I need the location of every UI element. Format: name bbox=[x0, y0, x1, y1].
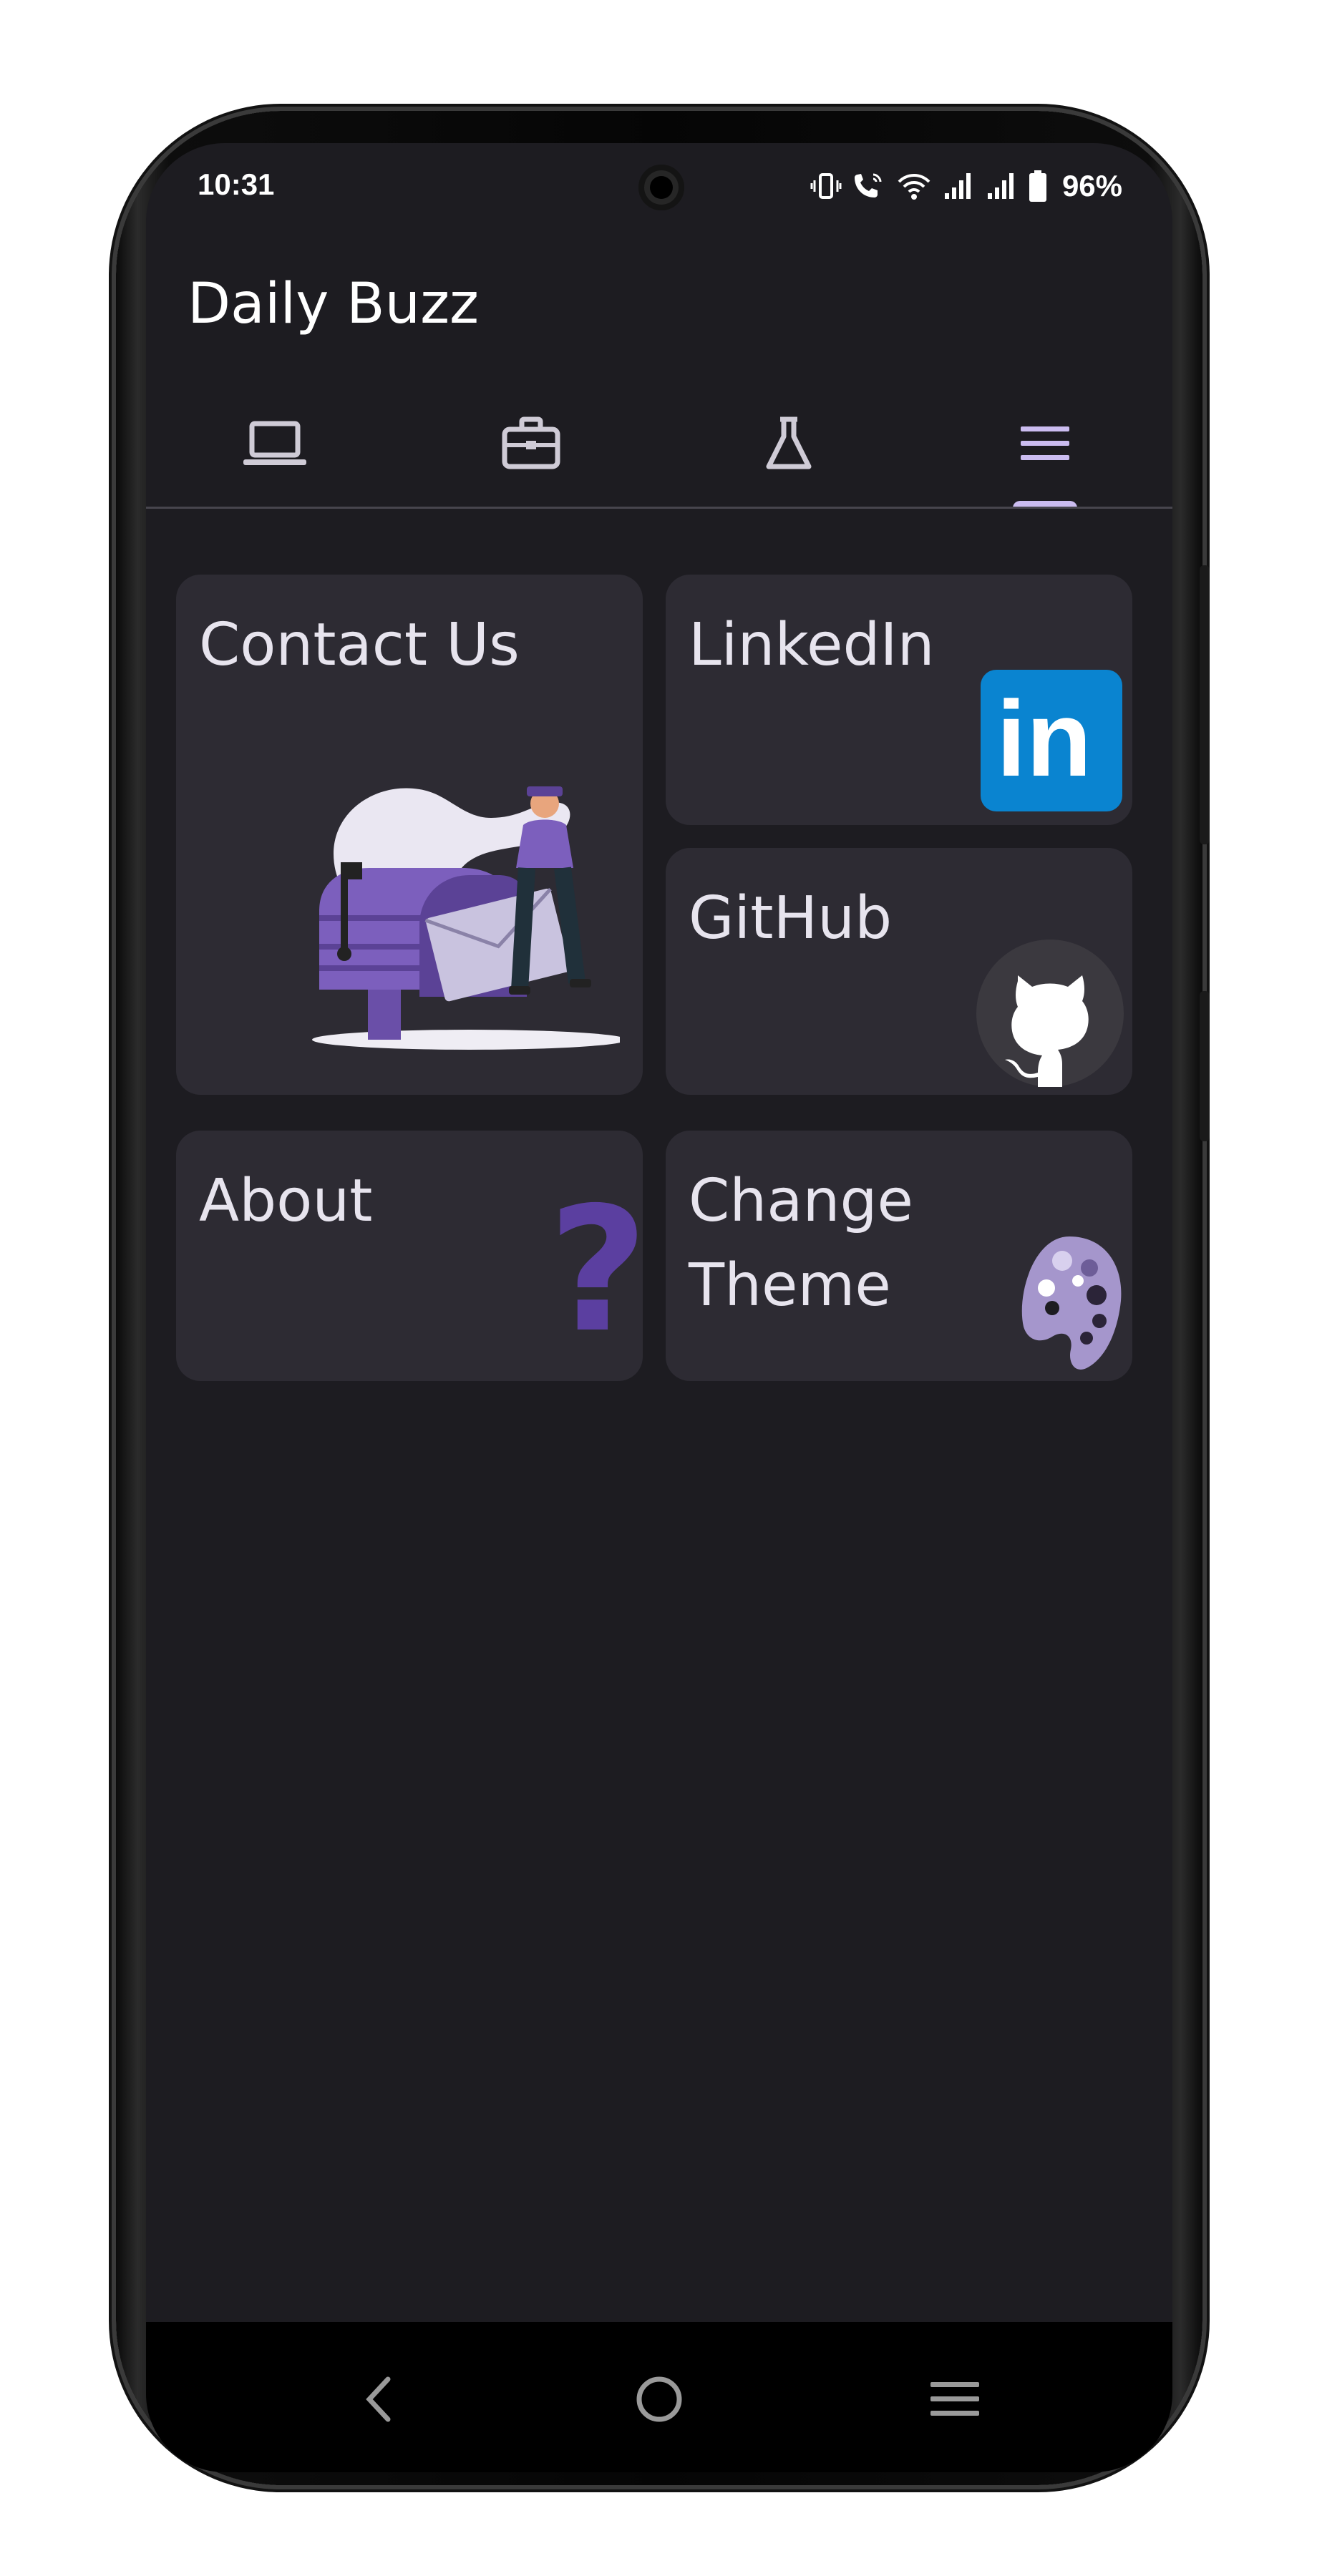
wifi-icon bbox=[896, 170, 932, 202]
card-title: GitHub bbox=[689, 884, 893, 952]
volume-key bbox=[1200, 565, 1210, 844]
palette-icon bbox=[1012, 1231, 1127, 1374]
home-icon bbox=[631, 2371, 688, 2431]
app-screen: 10:31 96% Daily Buzz Contact Us LinkedIn… bbox=[146, 143, 1172, 2472]
home-button[interactable] bbox=[609, 2351, 709, 2451]
recents-icon bbox=[926, 2376, 983, 2425]
laptop-icon bbox=[240, 415, 309, 472]
mailbox-illustration bbox=[291, 782, 627, 1068]
signal-icon bbox=[942, 170, 975, 202]
back-icon bbox=[356, 2371, 399, 2431]
app-title: Daily Buzz bbox=[188, 272, 479, 336]
linkedin-logo: in bbox=[981, 670, 1122, 811]
status-bar: 10:31 96% bbox=[146, 143, 1172, 236]
device-mockup: 10:31 96% Daily Buzz Contact Us LinkedIn… bbox=[0, 0, 1317, 2576]
about-card[interactable]: About ? bbox=[176, 1131, 643, 1381]
contact-us-card[interactable]: Contact Us bbox=[176, 575, 643, 1095]
linkedin-card[interactable]: LinkedIn in bbox=[666, 575, 1132, 825]
status-time: 10:31 bbox=[198, 167, 275, 201]
tab-science[interactable] bbox=[660, 379, 918, 508]
card-title-line2: Theme bbox=[689, 1252, 891, 1319]
battery-icon bbox=[1028, 169, 1048, 203]
card-title: Change Theme bbox=[689, 1159, 913, 1328]
tab-bar bbox=[146, 379, 1172, 508]
briefcase-icon bbox=[499, 414, 563, 474]
tab-technology[interactable] bbox=[146, 379, 404, 508]
tab-divider bbox=[146, 507, 1172, 509]
signal-icon bbox=[985, 170, 1018, 202]
tab-menu[interactable] bbox=[916, 379, 1172, 508]
menu-icon bbox=[1016, 421, 1074, 467]
question-mark-icon: ? bbox=[548, 1170, 643, 1370]
card-title: Contact Us bbox=[199, 611, 520, 679]
tab-business[interactable] bbox=[402, 379, 660, 508]
vibrate-icon bbox=[810, 170, 842, 202]
back-button[interactable] bbox=[328, 2351, 428, 2451]
card-title: LinkedIn bbox=[689, 611, 935, 679]
front-camera bbox=[638, 165, 684, 210]
system-navigation-bar bbox=[146, 2322, 1172, 2472]
recents-button[interactable] bbox=[905, 2351, 1005, 2451]
flask-icon bbox=[760, 414, 817, 474]
card-title: About bbox=[199, 1167, 373, 1235]
battery-percentage: 96% bbox=[1061, 169, 1122, 203]
wifi-calling-icon bbox=[852, 170, 886, 202]
status-icons: 96% bbox=[810, 165, 1122, 208]
linkedin-logo-text: in bbox=[996, 678, 1092, 799]
github-logo bbox=[976, 940, 1124, 1088]
change-theme-card[interactable]: Change Theme bbox=[666, 1131, 1132, 1381]
github-card[interactable]: GitHub bbox=[666, 848, 1132, 1095]
card-title-line1: Change bbox=[689, 1167, 913, 1235]
power-key bbox=[1200, 991, 1210, 1141]
